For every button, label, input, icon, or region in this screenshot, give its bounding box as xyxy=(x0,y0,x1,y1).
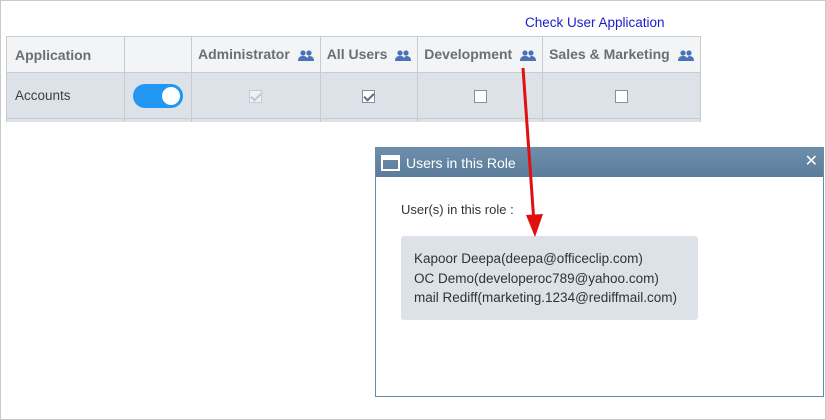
list-item: OC Demo(developeroc789@yahoo.com) xyxy=(414,270,659,286)
column-header-toggle xyxy=(124,36,192,73)
list-item: mail Rediff(marketing.1234@rediffmail.co… xyxy=(414,290,678,305)
administrator-cell xyxy=(191,72,321,119)
window-icon xyxy=(381,154,400,171)
administrator-checkbox xyxy=(249,90,263,104)
column-header-all-users[interactable]: All Users xyxy=(319,36,419,73)
dialog-body: User(s) in this role : Kapoor Deepa(deep… xyxy=(376,177,823,320)
application-enabled-toggle[interactable] xyxy=(133,83,183,108)
development-cell xyxy=(417,72,544,119)
column-header-administrator[interactable]: Administrator xyxy=(191,36,321,73)
user-list: Kapoor Deepa(deepa@officeclip.com) OC De… xyxy=(401,236,698,320)
table-row: Accounts xyxy=(6,72,701,119)
users-icon[interactable] xyxy=(395,48,412,64)
all-users-checkbox[interactable] xyxy=(362,90,376,104)
sales-marketing-cell xyxy=(542,72,701,119)
application-name: Accounts xyxy=(15,88,71,103)
column-label-sales-marketing: Sales & Marketing xyxy=(549,45,670,62)
column-label-application: Application xyxy=(15,46,92,63)
role-permissions-table: Application Administrator All Users Deve… xyxy=(6,36,701,122)
users-in-role-dialog: Users in this Role ✕ User(s) in this rol… xyxy=(375,147,824,397)
users-icon[interactable] xyxy=(520,48,537,64)
application-name-cell: Accounts xyxy=(6,72,125,119)
column-label-all-users: All Users xyxy=(326,45,388,62)
column-header-application: Application xyxy=(6,36,125,73)
list-item: Kapoor Deepa(deepa@officeclip.com) xyxy=(414,251,643,266)
development-checkbox[interactable] xyxy=(473,90,487,104)
table-row xyxy=(6,118,701,122)
sales-marketing-checkbox[interactable] xyxy=(614,90,628,104)
users-icon[interactable] xyxy=(677,48,694,64)
users-icon[interactable] xyxy=(297,48,314,64)
toggle-knob xyxy=(162,86,180,105)
column-header-development[interactable]: Development xyxy=(417,36,544,73)
all-users-cell xyxy=(319,72,419,119)
column-label-administrator: Administrator xyxy=(198,45,290,62)
column-header-sales-marketing[interactable]: Sales & Marketing xyxy=(542,36,701,73)
check-user-application-link[interactable]: Check User Application xyxy=(525,15,665,30)
dialog-titlebar[interactable]: Users in this Role ✕ xyxy=(376,148,823,177)
column-label-development: Development xyxy=(424,45,513,62)
table-header-row: Application Administrator All Users Deve… xyxy=(6,36,701,73)
users-in-role-label: User(s) in this role : xyxy=(401,202,514,217)
dialog-title: Users in this Role xyxy=(406,154,516,171)
close-icon[interactable]: ✕ xyxy=(805,152,818,172)
toggle-cell xyxy=(124,72,192,119)
